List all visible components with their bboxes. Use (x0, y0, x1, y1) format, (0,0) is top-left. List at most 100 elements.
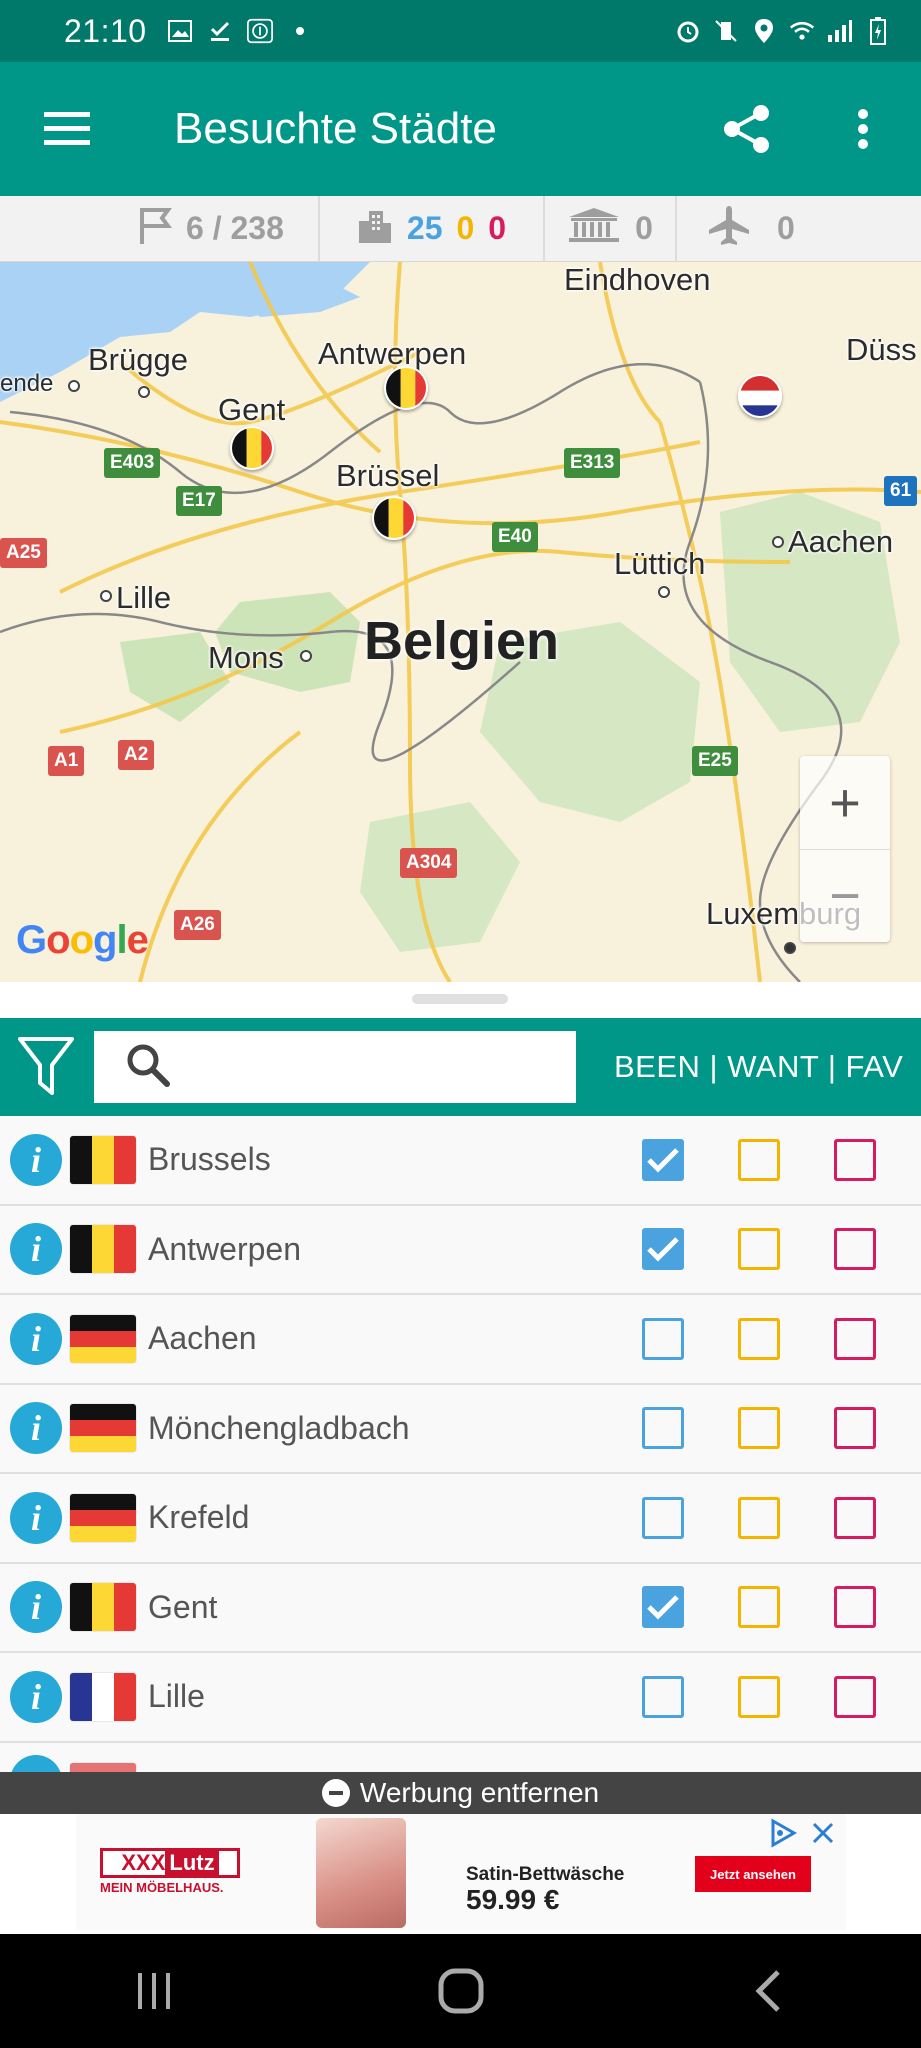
map-city-label: Düss (846, 332, 917, 367)
map-capital-dot (784, 942, 796, 954)
share-icon[interactable] (712, 94, 782, 164)
stats-bar: 6 / 238 25 0 0 0 0 (0, 195, 921, 262)
flag-icon (70, 1762, 136, 1772)
list-item[interactable]: i Mönchengladbach (0, 1385, 921, 1474)
list-item[interactable]: i Aachen (0, 1295, 921, 1385)
column-header-labels: BEEN | WANT | FAV (614, 1049, 904, 1084)
want-checkbox[interactable] (738, 1675, 780, 1718)
map-marker-antwerpen[interactable] (384, 366, 428, 410)
search-box[interactable] (94, 1031, 576, 1103)
want-checkbox[interactable] (738, 1586, 780, 1629)
map-city-dot (100, 590, 112, 602)
road-shield: A26 (174, 910, 221, 940)
been-checkbox[interactable] (642, 1675, 684, 1718)
unesco-icon (567, 207, 621, 251)
been-checkbox[interactable] (642, 1407, 684, 1450)
want-checkbox[interactable] (738, 1138, 780, 1181)
road-shield: E403 (104, 448, 161, 478)
been-checkbox[interactable] (642, 1228, 684, 1271)
want-checkbox[interactable] (738, 1317, 780, 1360)
been-checkbox[interactable] (642, 1317, 684, 1360)
list-item[interactable]: i Krefeld (0, 1474, 921, 1564)
hamburger-icon[interactable] (32, 94, 102, 164)
close-icon[interactable] (808, 1818, 838, 1848)
map-city-dot (300, 650, 312, 662)
info-icon[interactable] (10, 1754, 62, 1772)
map-country-label: Belgien (364, 611, 560, 671)
fav-checkbox[interactable] (834, 1228, 876, 1271)
zoom-controls: + − (800, 756, 890, 942)
zoom-in-button[interactable]: + (800, 756, 890, 849)
filter-icon[interactable] (6, 1027, 86, 1107)
info-icon[interactable]: i (10, 1133, 62, 1186)
filter-bar: BEEN | WANT | FAV (0, 1018, 921, 1116)
list-item[interactable]: i Lille (0, 1653, 921, 1743)
map-city-label: Gent (218, 392, 286, 427)
info-icon[interactable]: i (10, 1223, 62, 1276)
been-checkbox[interactable] (642, 1138, 684, 1181)
info-icon[interactable]: i (10, 1581, 62, 1634)
fav-checkbox[interactable] (834, 1586, 876, 1629)
map-city-dot (658, 586, 670, 598)
road-shield: E25 (692, 746, 738, 776)
map-city-label: ende (0, 370, 54, 397)
map-marker-brussel[interactable] (372, 496, 416, 540)
google-logo: Google (16, 918, 149, 962)
drag-handle[interactable] (412, 994, 508, 1004)
back-icon[interactable] (728, 1951, 808, 2031)
fav-checkbox[interactable] (834, 1407, 876, 1450)
search-input[interactable] (186, 1050, 546, 1084)
road-shield: A1 (48, 746, 85, 776)
been-checkbox[interactable] (642, 1496, 684, 1539)
flag-belgium-icon (70, 1135, 136, 1184)
fav-checkbox[interactable] (834, 1138, 876, 1181)
bottom-sheet-handle-area[interactable] (0, 982, 921, 1018)
want-checkbox[interactable] (738, 1407, 780, 1450)
app-notification-icon (246, 18, 273, 44)
signal-icon (827, 18, 853, 44)
info-icon[interactable]: i (10, 1491, 62, 1544)
been-checkbox[interactable] (642, 1586, 684, 1629)
map-view[interactable]: Eindhoven Düss Antwerpen Brügge ende Gen… (0, 262, 921, 982)
stat-unesco[interactable]: 0 (545, 195, 677, 262)
list-item[interactable]: i Brussels (0, 1116, 921, 1206)
info-icon[interactable]: i (10, 1670, 62, 1723)
zoom-out-button[interactable]: − (800, 849, 890, 942)
fav-checkbox[interactable] (834, 1496, 876, 1539)
home-icon[interactable] (421, 1951, 501, 2031)
map-marker-netherlands[interactable] (738, 374, 782, 418)
list-item[interactable]: i Gent (0, 1564, 921, 1653)
list-item-partial[interactable] (0, 1743, 921, 1772)
fav-checkbox[interactable] (834, 1317, 876, 1360)
want-checkbox[interactable] (738, 1228, 780, 1271)
app-bar: Besuchte Städte (0, 62, 921, 196)
road-shield: E313 (564, 448, 621, 478)
page-title: Besuchte Städte (174, 104, 497, 153)
info-icon[interactable]: i (10, 1312, 62, 1365)
flag-icon (138, 206, 172, 252)
city-name: Krefeld (148, 1499, 250, 1536)
battery-charging-icon (865, 17, 891, 45)
list-item[interactable]: i Antwerpen (0, 1206, 921, 1295)
stat-cities-progress[interactable]: 6 / 238 (120, 195, 320, 262)
recent-apps-icon[interactable] (114, 1951, 194, 2031)
adchoices-icon[interactable] (768, 1818, 798, 1848)
stat-airports[interactable]: 0 (677, 196, 921, 262)
map-marker-gent[interactable] (230, 426, 274, 470)
ad-cta-button[interactable]: Jetzt ansehen (695, 1856, 811, 1892)
info-icon[interactable]: i (10, 1402, 62, 1455)
city-list[interactable]: i Brussels i Antwerpen i Aachen i Mönche… (0, 1116, 921, 1772)
fav-checkbox[interactable] (834, 1675, 876, 1718)
plane-icon (707, 205, 751, 253)
remove-ads-button[interactable]: Werbung entfernen (0, 1772, 921, 1814)
more-vert-icon[interactable] (828, 94, 898, 164)
want-checkbox[interactable] (738, 1496, 780, 1539)
vibrate-mute-icon (713, 18, 739, 44)
ad-banner[interactable]: XXX Lutz MEIN MÖBELHAUS. Satin-Bettwäsche… (0, 1814, 921, 1934)
download-done-icon (207, 18, 233, 44)
flag-germany-icon (70, 1493, 136, 1542)
system-nav-bar (0, 1934, 921, 2048)
ad-product-name: Satin-Bettwäsche (466, 1864, 625, 1885)
city-name: Gent (148, 1588, 218, 1625)
stat-city-counts[interactable]: 25 0 0 (320, 195, 545, 262)
